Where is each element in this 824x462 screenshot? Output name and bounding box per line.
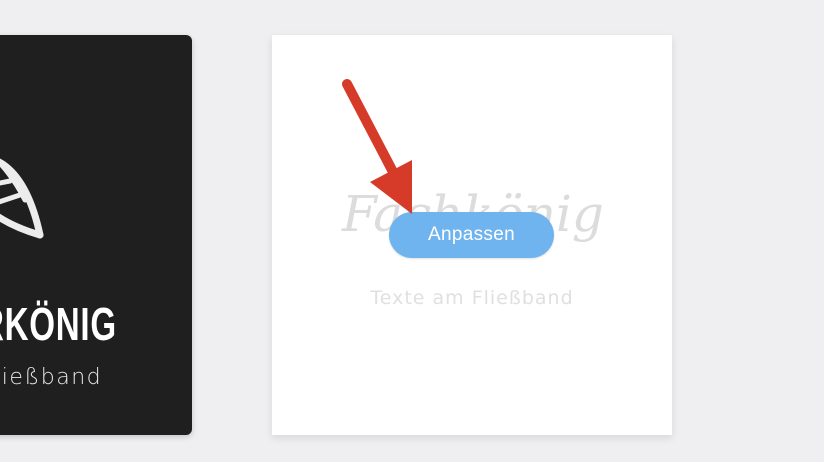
customize-button[interactable]: Anpassen xyxy=(389,212,554,258)
logo-card-dark[interactable]: RKÖNIG Fließband xyxy=(0,35,192,435)
brand-wordmark: RKÖNIG xyxy=(0,298,117,350)
brand-tagline: Fließband xyxy=(0,365,103,390)
leaf-icon xyxy=(0,158,44,239)
brand-subtitle: Texte am Fließband xyxy=(370,287,574,309)
